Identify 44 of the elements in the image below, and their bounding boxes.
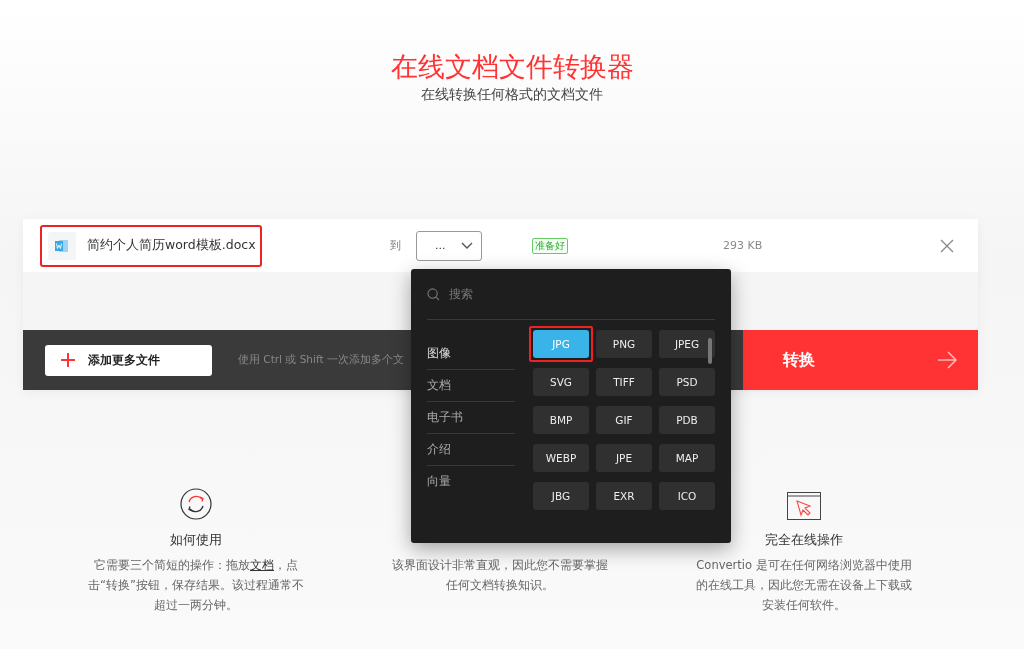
format-option[interactable]: PDB <box>659 406 715 434</box>
search-field[interactable]: 搜索 <box>447 286 651 302</box>
close-icon[interactable] <box>940 238 954 253</box>
format-option[interactable]: PNG <box>596 330 652 358</box>
category-item[interactable]: 图像 <box>427 338 515 370</box>
page-title: 在线文档文件转换器 <box>390 50 634 84</box>
convert-button[interactable]: 转换 <box>743 330 978 390</box>
to-label: 到 <box>390 238 401 253</box>
format-select[interactable]: ... <box>416 230 482 261</box>
format-option[interactable]: PSD <box>659 368 715 396</box>
format-option[interactable]: MAP <box>659 444 715 472</box>
feature-title: 如何使用 <box>170 531 222 549</box>
category-item[interactable]: 电子书 <box>427 402 515 434</box>
search-icon <box>427 287 440 301</box>
category-item[interactable]: 文档 <box>427 370 515 402</box>
format-option[interactable]: TIFF <box>596 368 652 396</box>
scrollbar[interactable] <box>708 338 712 364</box>
status-tag: 准备好 <box>532 237 568 254</box>
format-option[interactable]: SVG <box>533 368 589 396</box>
feature-title: 完全在线操作 <box>765 531 843 549</box>
page-subtitle: 在线转换任何格式的文档文件 <box>421 86 603 104</box>
chevron-down-icon <box>461 241 473 250</box>
format-option[interactable]: BMP <box>533 406 589 434</box>
feature-description: 它需要三个简短的操作：拖放文档，点击“转换”按钮，保存结果。该过程通常不超过一两分钟。 <box>87 557 305 614</box>
feature-description: 该界面设计非常直观，因此您不需要掌握任何文档转换知识。 <box>391 557 609 594</box>
format-option[interactable]: GIF <box>596 406 652 434</box>
category-item[interactable]: 介绍 <box>427 434 515 466</box>
format-option[interactable]: WEBP <box>533 444 589 472</box>
word-file-icon <box>48 231 76 260</box>
format-option[interactable]: JPE <box>596 444 652 472</box>
format-option[interactable]: EXR <box>596 482 652 510</box>
file-name: 简约个人简历word模板.docx <box>87 237 256 254</box>
plus-icon <box>61 353 75 367</box>
category-item[interactable]: 向量 <box>427 466 515 497</box>
browser-cursor-icon <box>787 492 821 520</box>
document-link[interactable]: 文档 <box>250 558 274 572</box>
feature-description: Convertio 是可在任何网络浏览器中使用的在线工具，因此您无需在设备上下载或安装任何软件。 <box>695 557 913 614</box>
file-size: 293 KB <box>723 239 763 252</box>
format-option[interactable]: JBG <box>533 482 589 510</box>
arrow-right-icon <box>938 351 958 369</box>
format-option[interactable]: ICO <box>659 482 715 510</box>
refresh-icon <box>180 488 212 520</box>
add-files-button[interactable]: 添加更多文件 <box>45 344 212 376</box>
format-option[interactable]: JPEG <box>659 330 715 358</box>
